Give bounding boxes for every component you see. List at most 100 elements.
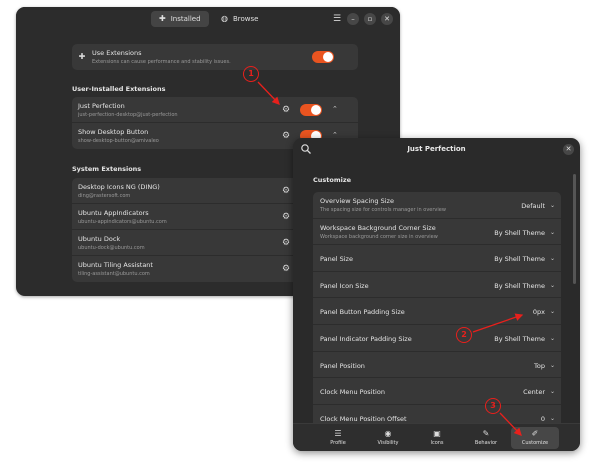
globe-icon: ◍ bbox=[221, 14, 228, 23]
bottom-nav: ☰ Profile ◉ Visibility ▣ Icons ✎ Behavio… bbox=[293, 423, 580, 451]
extension-name: Ubuntu Tiling Assistant bbox=[78, 261, 153, 269]
chevron-up-icon[interactable]: ⌃ bbox=[332, 105, 338, 113]
annotation-marker-2: 2 bbox=[456, 327, 472, 343]
nav-label: Profile bbox=[330, 440, 346, 446]
header-bar: Just Perfection ✕ bbox=[293, 138, 580, 160]
setting-title: Workspace Background Corner Size bbox=[320, 223, 436, 232]
tab-browse[interactable]: ◍ Browse bbox=[213, 11, 266, 27]
setting-title: Clock Menu Position Offset bbox=[320, 414, 407, 423]
list-item[interactable]: Just Perfection just-perfection-desktop@… bbox=[72, 97, 358, 123]
chevron-down-icon[interactable]: ⌄ bbox=[550, 202, 555, 209]
chevron-down-icon[interactable]: ⌄ bbox=[550, 388, 555, 395]
nav-icons[interactable]: ▣ Icons bbox=[413, 427, 461, 449]
chevron-down-icon[interactable]: ⌄ bbox=[550, 308, 555, 315]
setting-value[interactable]: 0px bbox=[533, 308, 545, 316]
setting-row[interactable]: Panel Position Top ⌄ bbox=[313, 352, 561, 379]
chevron-down-icon[interactable]: ⌄ bbox=[550, 255, 555, 262]
section-heading: Customize bbox=[313, 176, 352, 184]
customize-list: Overview Spacing Size The spacing size f… bbox=[313, 192, 561, 432]
setting-row[interactable]: Workspace Background Corner Size Workspa… bbox=[313, 219, 561, 246]
extension-toggle[interactable] bbox=[300, 104, 322, 116]
chevron-down-icon[interactable]: ⌄ bbox=[550, 415, 555, 422]
close-icon[interactable]: ✕ bbox=[563, 144, 574, 155]
tab-installed-label: Installed bbox=[170, 15, 201, 23]
setting-subtitle: The spacing size for controls manager in… bbox=[320, 207, 446, 213]
annotation-marker-3: 3 bbox=[485, 398, 501, 414]
system-extensions-heading: System Extensions bbox=[72, 165, 142, 173]
setting-title: Panel Icon Size bbox=[320, 281, 369, 290]
use-extensions-toggle[interactable] bbox=[312, 51, 334, 63]
setting-value[interactable]: Top bbox=[534, 362, 545, 370]
just-perfection-window: Just Perfection ✕ Customize Overview Spa… bbox=[293, 138, 580, 451]
maximize-icon[interactable]: ▫ bbox=[364, 13, 376, 25]
brush-icon: ✐ bbox=[531, 429, 539, 438]
nav-behavior[interactable]: ✎ Behavior bbox=[462, 427, 510, 449]
visibility-icon: ◉ bbox=[384, 429, 392, 438]
setting-value[interactable]: Center bbox=[523, 388, 545, 396]
setting-title: Overview Spacing Size bbox=[320, 197, 394, 205]
use-extensions-subtitle: Extensions can cause performance and sta… bbox=[92, 59, 231, 65]
profile-icon: ☰ bbox=[334, 429, 342, 438]
use-extensions-card: ✚ Use Extensions Extensions can cause pe… bbox=[72, 44, 358, 70]
nav-visibility[interactable]: ◉ Visibility bbox=[364, 427, 412, 449]
chevron-down-icon[interactable]: ⌄ bbox=[550, 229, 555, 236]
close-icon[interactable]: ✕ bbox=[381, 13, 393, 25]
chevron-down-icon[interactable]: ⌄ bbox=[550, 335, 555, 342]
setting-subtitle: Workspace background corner size in over… bbox=[320, 233, 438, 240]
setting-row[interactable]: Clock Menu Position Center ⌄ bbox=[313, 378, 561, 405]
nav-label: Visibility bbox=[377, 440, 399, 446]
setting-value[interactable]: By Shell Theme bbox=[494, 255, 545, 263]
extension-uuid: ding@rastersoft.com bbox=[78, 193, 131, 199]
minimize-icon[interactable]: – bbox=[347, 13, 359, 25]
nav-customize[interactable]: ✐ Customize bbox=[511, 427, 559, 449]
setting-value[interactable]: By Shell Theme bbox=[494, 229, 545, 237]
setting-value[interactable]: By Shell Theme bbox=[494, 282, 545, 290]
settings-gear-icon[interactable]: ⚙ bbox=[281, 186, 291, 196]
chevron-down-icon[interactable]: ⌄ bbox=[550, 362, 555, 369]
nav-label: Icons bbox=[430, 440, 444, 446]
extension-uuid: show-desktop-button@amivaleo bbox=[78, 138, 159, 144]
scrollbar[interactable] bbox=[573, 174, 576, 284]
extension-name: Just Perfection bbox=[78, 102, 125, 110]
hamburger-menu-icon[interactable]: ☰ bbox=[330, 12, 344, 26]
setting-title: Panel Size bbox=[320, 255, 353, 264]
setting-title: Panel Indicator Padding Size bbox=[320, 334, 412, 343]
extension-uuid: ubuntu-appindicators@ubuntu.com bbox=[78, 219, 167, 225]
settings-gear-icon[interactable]: ⚙ bbox=[281, 105, 291, 115]
setting-row[interactable]: Overview Spacing Size The spacing size f… bbox=[313, 192, 561, 219]
use-extensions-title: Use Extensions bbox=[92, 49, 142, 57]
setting-row[interactable]: Panel Size By Shell Theme ⌄ bbox=[313, 245, 561, 272]
extension-uuid: tiling-assistant@ubuntu.com bbox=[78, 271, 150, 277]
setting-value[interactable]: 0 bbox=[541, 415, 545, 423]
settings-gear-icon[interactable]: ⚙ bbox=[281, 238, 291, 248]
extension-name: Show Desktop Button bbox=[78, 128, 149, 136]
annotation-marker-1: 1 bbox=[243, 66, 259, 82]
header-bar: ✚ Installed ◍ Browse ☰ – ▫ ✕ bbox=[16, 7, 400, 31]
setting-title: Clock Menu Position bbox=[320, 388, 385, 397]
user-extensions-heading: User-Installed Extensions bbox=[72, 85, 166, 93]
setting-row[interactable]: Panel Icon Size By Shell Theme ⌄ bbox=[313, 272, 561, 299]
window-title: Just Perfection bbox=[407, 145, 466, 153]
extension-name: Ubuntu Dock bbox=[78, 235, 121, 243]
nav-label: Behavior bbox=[474, 440, 498, 446]
puzzle-icon: ✚ bbox=[78, 52, 86, 61]
extension-name: Desktop Icons NG (DING) bbox=[78, 183, 160, 191]
setting-value[interactable]: By Shell Theme bbox=[494, 335, 545, 343]
extension-name: Ubuntu AppIndicators bbox=[78, 209, 149, 217]
use-extensions-row: ✚ Use Extensions Extensions can cause pe… bbox=[72, 44, 358, 70]
setting-row[interactable]: Panel Indicator Padding Size By Shell Th… bbox=[313, 325, 561, 352]
tab-installed[interactable]: ✚ Installed bbox=[151, 11, 209, 27]
chevron-down-icon[interactable]: ⌄ bbox=[550, 282, 555, 289]
nav-profile[interactable]: ☰ Profile bbox=[314, 427, 362, 449]
settings-gear-icon[interactable]: ⚙ bbox=[281, 212, 291, 222]
setting-value[interactable]: Default bbox=[521, 202, 545, 210]
settings-gear-icon[interactable]: ⚙ bbox=[281, 264, 291, 274]
extension-uuid: ubuntu-dock@ubuntu.com bbox=[78, 245, 145, 251]
image-icon: ▣ bbox=[433, 429, 441, 438]
nav-label: Customize bbox=[521, 440, 549, 446]
puzzle-icon: ✚ bbox=[159, 14, 166, 23]
wrench-icon: ✎ bbox=[482, 429, 490, 438]
settings-gear-icon[interactable]: ⚙ bbox=[281, 131, 291, 141]
setting-row[interactable]: Panel Button Padding Size 0px ⌄ bbox=[313, 298, 561, 325]
setting-title: Panel Button Padding Size bbox=[320, 308, 405, 317]
